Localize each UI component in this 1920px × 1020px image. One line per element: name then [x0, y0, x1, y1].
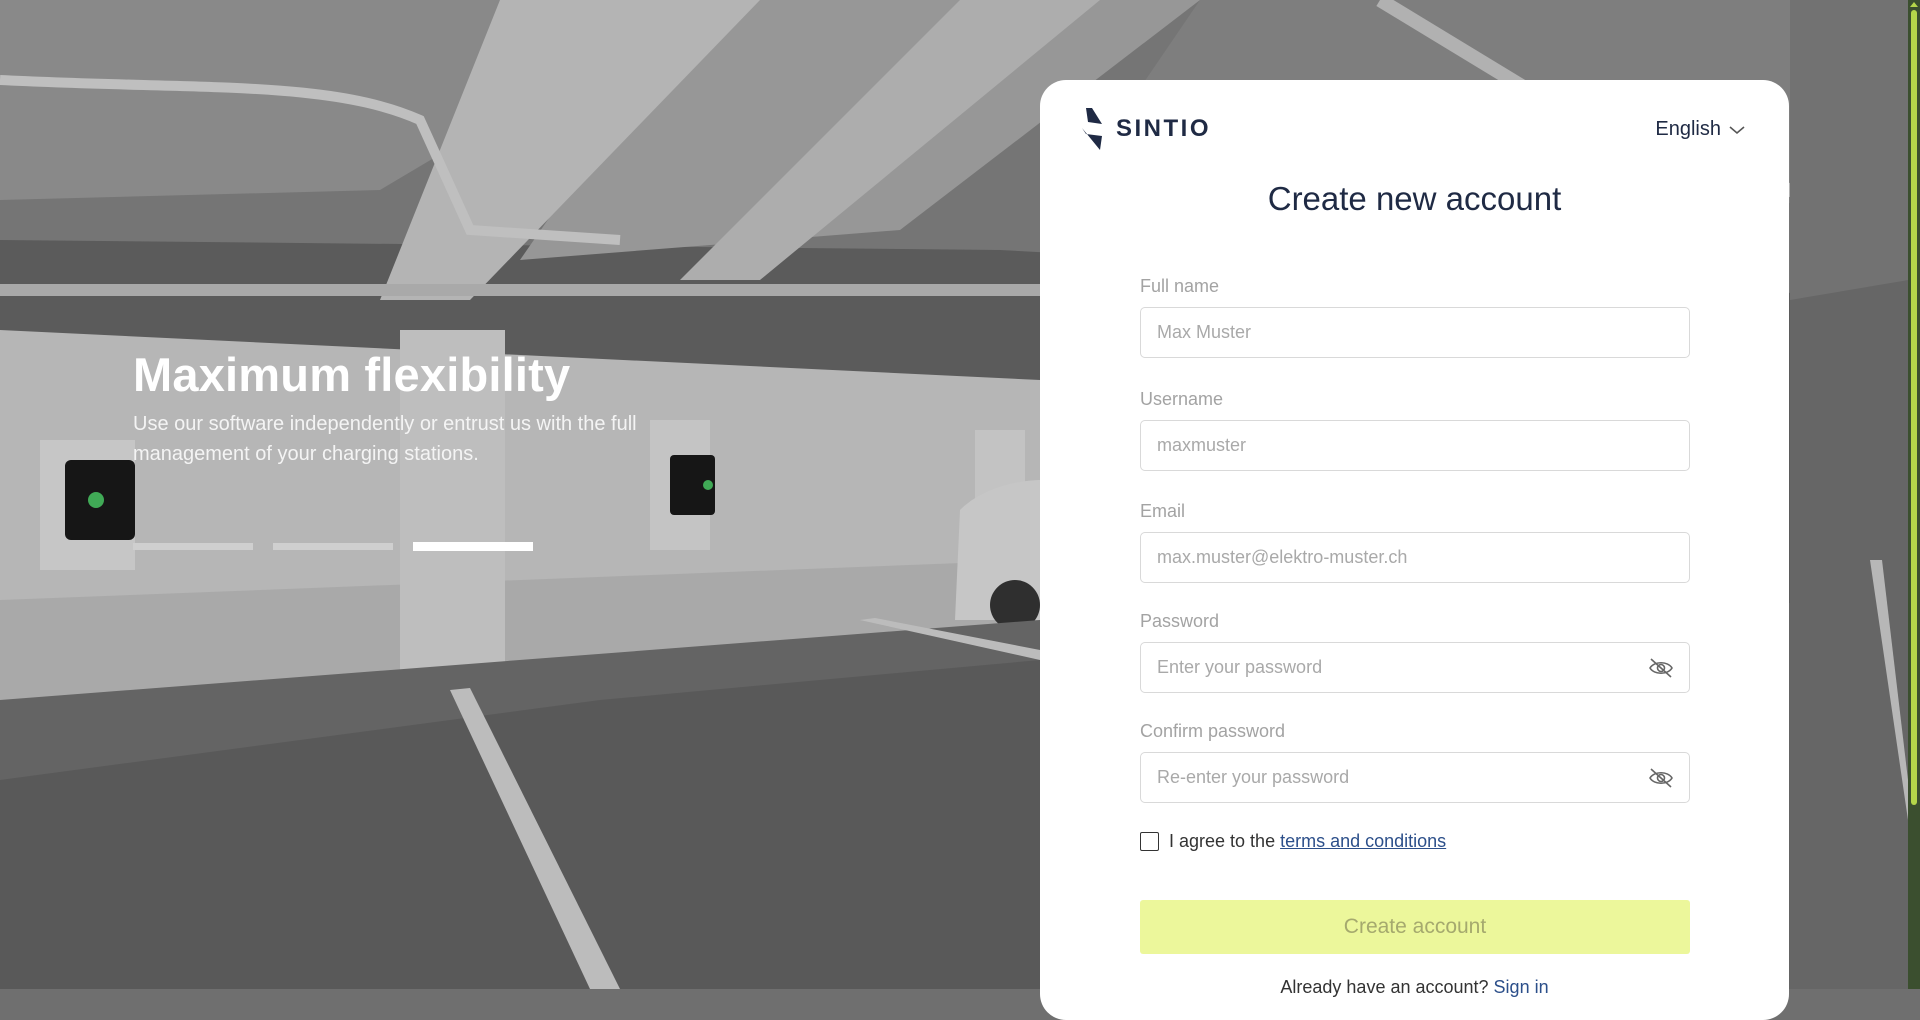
- email-label: Email: [1140, 501, 1186, 521]
- language-label: English: [1655, 118, 1721, 140]
- full-name-input[interactable]: [1140, 307, 1690, 358]
- password-field: Password: [1140, 611, 1690, 693]
- email-field: Email: [1140, 501, 1690, 583]
- full-name-field: Full name: [1140, 276, 1690, 358]
- brand-name: SINTIO: [1116, 115, 1212, 142]
- hero-title: Maximum flexibility: [133, 348, 571, 401]
- carousel-dot-2[interactable]: [273, 543, 393, 550]
- terms-text: I agree to the terms and conditions: [1169, 831, 1446, 852]
- password-input[interactable]: [1140, 642, 1690, 693]
- username-field: Username: [1140, 389, 1690, 471]
- page-title: Create new account: [1267, 180, 1562, 217]
- confirm-password-input[interactable]: [1140, 752, 1690, 803]
- email-input[interactable]: [1140, 532, 1690, 583]
- carousel-indicators: [133, 542, 533, 551]
- chevron-down-icon: [1729, 125, 1745, 134]
- username-input[interactable]: [1140, 420, 1690, 471]
- signin-prompt: Already have an account? Sign in: [1040, 977, 1789, 998]
- hero-section: Maximum flexibility Use our software ind…: [133, 347, 713, 469]
- eye-off-icon[interactable]: [1648, 656, 1674, 680]
- confirm-password-label: Confirm password: [1140, 721, 1286, 741]
- hero-subtitle: Use our software independently or entrus…: [133, 413, 637, 465]
- confirm-password-field: Confirm password: [1140, 721, 1690, 803]
- language-selector[interactable]: English: [1655, 118, 1745, 141]
- carousel-dot-3[interactable]: [413, 542, 533, 551]
- scrollbar-thumb[interactable]: [1911, 10, 1917, 805]
- page-scrollbar[interactable]: [1908, 0, 1920, 989]
- password-label: Password: [1140, 611, 1220, 631]
- terms-agreement: I agree to the terms and conditions: [1140, 831, 1446, 852]
- signin-link[interactable]: Sign in: [1494, 977, 1549, 997]
- carousel-dot-1[interactable]: [133, 543, 253, 550]
- eye-off-icon[interactable]: [1648, 766, 1674, 790]
- username-label: Username: [1140, 389, 1224, 409]
- brand-logo[interactable]: SINTIO: [1080, 108, 1211, 150]
- terms-checkbox[interactable]: [1140, 832, 1159, 851]
- signup-card: SINTIO English Create new account Full n…: [1040, 80, 1789, 1020]
- sintio-logo-icon: [1082, 108, 1102, 150]
- signin-prefix: Already have an account?: [1280, 977, 1494, 997]
- create-account-button[interactable]: Create account: [1140, 900, 1690, 954]
- terms-prefix: I agree to the: [1169, 831, 1281, 851]
- full-name-label: Full name: [1140, 276, 1220, 296]
- terms-link[interactable]: terms and conditions: [1280, 831, 1446, 851]
- scroll-up-icon[interactable]: [1910, 2, 1918, 7]
